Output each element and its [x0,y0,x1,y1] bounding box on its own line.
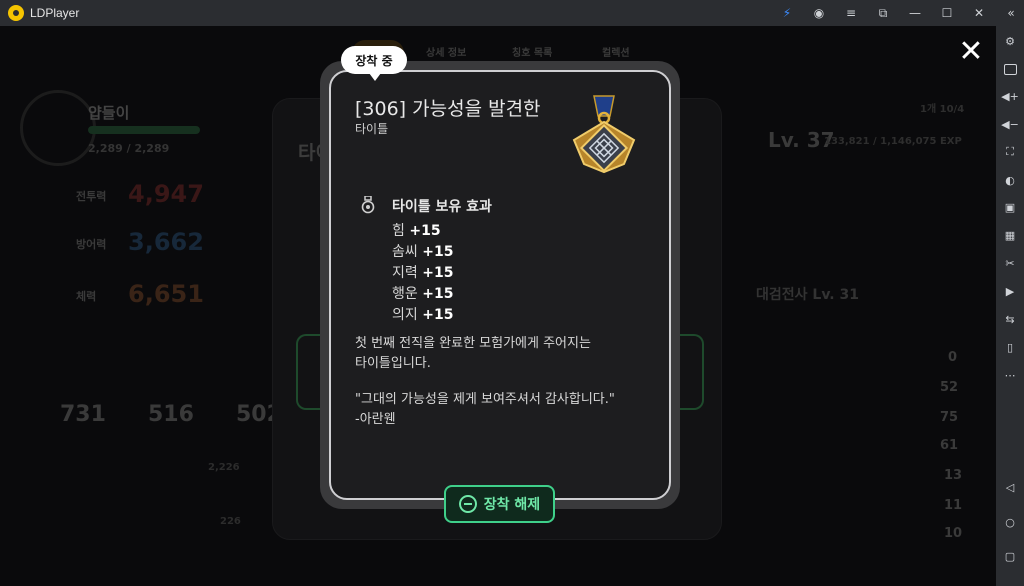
stat-row: 의지 +15 [392,307,454,323]
stat-row: 힘 +15 [392,223,441,239]
emulator-sidebar: ⚙ ◀+ ◀− ⛶ ◐ ▣ ▦ ✂ ▶ ⇆ ▯ ⋯ ◁ ○ ▢ [996,26,1024,586]
video-record-icon[interactable]: ▶ [1000,282,1020,300]
scissors-icon[interactable]: ✂ [1000,254,1020,272]
popup-subtitle: 타이틀 [355,122,389,136]
folder-icon[interactable]: ▣ [1000,198,1020,216]
tab-detail[interactable]: 상세 정보 [426,44,466,59]
effect-title: 타이틀 보유 효과 [392,199,492,215]
popup-title: [306] 가능성을 발견한 [355,98,541,120]
apk-install-icon[interactable]: ◐ [1000,171,1020,189]
unequip-button[interactable]: 장착 해제 [444,485,555,523]
operation-record-icon[interactable]: ▦ [1000,226,1020,244]
bottom-number: 516 [148,402,194,427]
skill-value: 61 [940,438,959,453]
quote-author: -아란웬 [355,412,396,427]
description-line: 타이틀입니다. [355,356,431,371]
left-small-value: 2,226 [208,462,240,473]
bottom-number: 731 [60,402,106,427]
tab-titles[interactable]: 칭호 목록 [512,44,552,59]
stat-label: 전투력 [76,190,107,203]
description-line: 첫 번째 전직을 완료한 모험가에게 주어지는 [355,336,591,351]
recent-apps-icon[interactable]: ▢ [1000,547,1020,565]
title-bar: LDPlayer ⚡ ◉ ≡ ⧉ — ☐ ✕ « [0,0,1024,26]
menu-icon[interactable]: ≡ [838,0,864,26]
popup-description: 첫 번째 전직을 완료한 모험가에게 주어지는 타이틀입니다. [355,334,655,374]
sync-icon[interactable]: ⇆ [1000,310,1020,328]
tab-collection[interactable]: 컬렉션 [602,44,630,59]
settings-icon[interactable]: ⚙ [1000,32,1020,50]
side-value: 226 [220,516,241,527]
stat-row: 솜씨 +15 [392,244,454,260]
volume-down-icon[interactable]: ◀− [1000,115,1020,133]
keyboard-icon[interactable] [1000,60,1020,78]
job-text: 대검전사 Lv. 31 [756,287,859,303]
equipped-badge: 장착 중 [341,46,407,81]
screen-restore-icon[interactable]: ⧉ [870,0,896,26]
stat-row: 행운 +15 [392,286,454,302]
stat-label: 방어력 [76,238,107,251]
exp-text: 133,821 / 1,146,075 EXP [824,136,962,147]
skill-value: 0 [948,350,958,365]
stat-value: 4,947 [128,180,204,208]
stat-row: 지력 +15 [392,265,454,281]
screenshot-icon[interactable]: ⛶ [1000,143,1020,161]
minus-circle-icon [458,495,477,513]
skill-value: 13 [944,468,963,483]
account-icon[interactable]: ◉ [806,0,832,26]
unequip-label: 장착 해제 [483,497,541,513]
skill-value: 10 [944,526,963,541]
stat-value: 6,651 [128,280,204,308]
app-title: LDPlayer [30,6,80,20]
avatar [20,90,96,166]
hp-bar [88,126,200,134]
back-icon[interactable]: ◁ [1000,478,1020,496]
shake-icon[interactable]: ▯ [1000,338,1020,356]
profile-name: 얍들이 [88,104,130,122]
popup-quote: "그대의 가능성을 제게 보여주셔서 감사합니다." -아란웬 [355,390,655,430]
skill-value: 75 [940,410,959,425]
skill-value: 52 [940,380,959,395]
count-text: 1개 10/4 [920,104,965,115]
stat-label: 체력 [76,290,97,303]
hp-text: 2,289 / 2,289 [88,142,170,155]
collapse-sidebar-icon[interactable]: « [998,0,1024,26]
quote-line: "그대의 가능성을 제게 보여주셔서 감사합니다." [355,392,615,407]
maximize-icon[interactable]: ☐ [934,0,960,26]
volume-up-icon[interactable]: ◀+ [1000,87,1020,105]
close-popup-icon[interactable]: ✕ [957,37,985,67]
ldplayer-logo-icon [8,5,24,21]
home-icon[interactable]: ○ [1000,513,1020,531]
medal-effect-icon [361,196,375,214]
medal-icon [572,95,636,174]
close-icon[interactable]: ✕ [966,0,992,26]
more-icon[interactable]: ⋯ [1000,366,1020,384]
minimize-icon[interactable]: — [902,0,928,26]
stat-value: 3,662 [128,228,204,256]
skill-value: 11 [944,498,963,513]
bolt-icon[interactable]: ⚡ [774,0,800,26]
